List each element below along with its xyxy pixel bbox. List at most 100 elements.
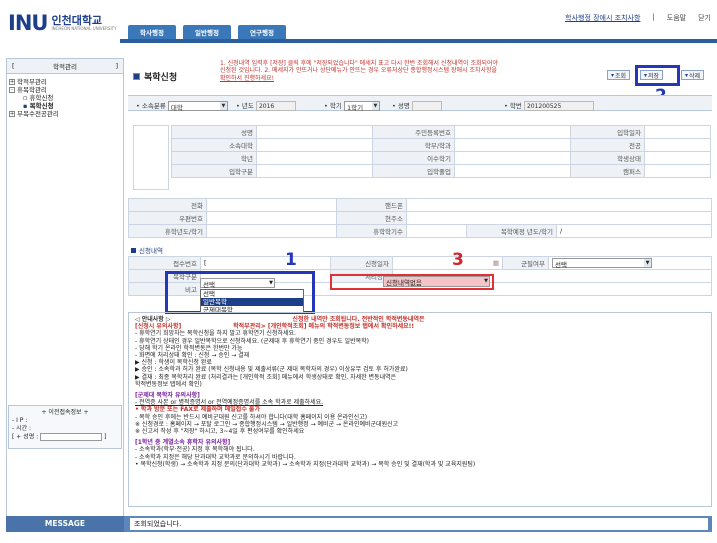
guide-line: - 소속학과(학부·전공) 지정 후 복학해야 됩니다. [135, 446, 255, 454]
triangle-icon: ▾ [611, 71, 615, 79]
cell-value [454, 125, 571, 139]
cell-label: 신청일자 [330, 256, 393, 270]
cell-label: 전화 [128, 198, 207, 212]
cell-label: 군필여부 [502, 256, 549, 270]
table-row: 휴학년도/학기 휴학학기수 복학예정 년도/학기 / [128, 224, 712, 238]
guide-line: • 복학신청(학생) → 소속학과 지정 문의(단과대학 교학과) → 소속학과… [135, 460, 476, 468]
tree-item-return-apply[interactable]: ▪ 복학신청 [9, 102, 121, 110]
filter-term: • 학기 1학기 ▼ [324, 100, 380, 112]
table-row: 접수번호 [ 신청일자 ▦ 군필여부 선택 ▼ [128, 256, 712, 270]
cell-label: 휴학학기수 [336, 224, 407, 238]
delete-button[interactable]: ▾ 삭제 [681, 70, 705, 80]
process-status-select[interactable]: 신청내역없음 ▼ [383, 276, 490, 287]
term-select[interactable]: 1학기 ▼ [343, 101, 380, 112]
student-photo [133, 125, 169, 190]
cell-label: 접수번호 [128, 256, 201, 270]
name-field[interactable] [411, 101, 442, 111]
table-row: 입학구분 입학졸업 캠퍼스 [171, 164, 711, 178]
cell-value [256, 125, 373, 139]
cell-value [406, 224, 467, 238]
message-label: MESSAGE [6, 516, 124, 532]
filter-year: • 년도 2016 [236, 100, 296, 111]
menu-tree: + 학적부관리 - 휴복학관리 ▫ 휴학신청 ▪ 복학신청 + 부복수전공관리 [7, 74, 123, 122]
info-name-label: [ + 성명 : [12, 433, 39, 441]
tree-item-label: 학적부관리 [17, 78, 47, 86]
table-row: 전화 핸드폰 [128, 198, 712, 212]
callout-number-1: 1 [285, 250, 297, 270]
cell-label: 현주소 [336, 211, 407, 225]
cell-value [454, 151, 571, 165]
chevron-down-icon: ▼ [484, 278, 488, 284]
cell-value [206, 211, 337, 225]
cell-label: 캠퍼스 [570, 164, 645, 178]
option-general-return[interactable]: 일반복학 [201, 298, 303, 306]
table-row: 소속대학 학부/학과 전공 [171, 138, 711, 152]
guide-line: - 화면에 처리상태 확인 : 신청 → 승인 → 결재 [135, 352, 250, 360]
tree-item-leave-apply[interactable]: ▫ 휴학신청 [9, 94, 121, 102]
chevron-down-icon: ▼ [269, 280, 273, 286]
table-row: 성명 주민등록번호 입학일자 [171, 125, 711, 139]
student-id-field[interactable]: 201200525 [523, 101, 594, 111]
info-time: - 시간 : [12, 425, 32, 432]
contact-info-grid: 전화 핸드폰 우편번호 현주소 휴학년도/학기 휴학학기수 복학예정 년도/학기… [128, 198, 712, 238]
cell-label: 입학구분 [171, 164, 257, 178]
cell-value [256, 164, 373, 178]
tab-academic[interactable]: 학사행정 [128, 25, 176, 39]
expand-icon[interactable]: + [9, 111, 15, 117]
filter-name: • 성명 [392, 100, 442, 111]
military-select[interactable]: 선택 ▼ [548, 256, 712, 270]
cell-label: 입학졸업 [372, 164, 455, 178]
year-field[interactable]: 2016 [255, 101, 296, 111]
left-menu-title: 학적관리 [53, 63, 77, 71]
title-bullet-icon [133, 73, 140, 80]
search-button[interactable]: ▾ 조회 [607, 70, 631, 80]
info-title: + 이전접속정보 + [41, 409, 89, 416]
university-logo[interactable]: INU 인천대학교 INCHEON NATIONAL UNIVERSITY [8, 8, 120, 38]
cell-label: 복학예정 년도/학기 [466, 224, 557, 238]
apply-date-field[interactable]: ▦ [392, 256, 503, 270]
left-menu-pane: [ 학적관리 ] + 학적부관리 - 휴복학관리 ▫ 휴학신청 ▪ 복학신청 + 부복… [6, 58, 124, 532]
tab-general[interactable]: 일반행정 [183, 25, 231, 39]
cell-value [206, 198, 337, 212]
cell-value [454, 138, 571, 152]
callout-box-save [635, 65, 680, 86]
info-name-row: [ + 성명 : ] [12, 433, 118, 442]
return-type-select[interactable]: 선택 ▼ [200, 278, 275, 289]
collapse-icon[interactable]: - [9, 87, 15, 93]
guide-line: - 휴학연기 희망자는 복학신청을 하지 말고 휴학연기 신청하세요. [135, 330, 296, 338]
cell-value [644, 164, 711, 178]
logo-subtitle: INCHEON NATIONAL UNIVERSITY [51, 26, 117, 32]
tree-item-label: 부복수전공관리 [17, 110, 59, 118]
section-title: 신청내역 [131, 245, 163, 255]
help-link[interactable]: 도움말 [667, 13, 686, 23]
page-title-text: 복학신청 [144, 73, 178, 83]
guide-title: ◁ 안내사항 ▷ [135, 316, 171, 323]
cell-value [644, 125, 711, 139]
guide-line: - 당해 학기 온라인 학적변동은 한번만 가능 [135, 344, 243, 352]
tree-item-double-major[interactable]: + 부복수전공관리 [9, 110, 121, 118]
guide-line: - 복학 승인 후에는 반드시 예비군대원 신고를 하셔야 합니다(대학 홈페이… [135, 413, 368, 421]
expand-icon[interactable]: + [9, 79, 15, 85]
tab-research[interactable]: 연구행정 [238, 25, 286, 39]
callout-number-3: 3 [452, 250, 464, 270]
cell-value [406, 198, 712, 212]
notice-link[interactable]: 학사행정 장애시 조치사항 [565, 13, 640, 23]
calendar-icon[interactable]: ▦ [493, 259, 499, 267]
tree-item-leave-return[interactable]: - 휴복학관리 [9, 86, 121, 94]
cell-label: 학생상태 [570, 151, 645, 165]
guide-line: • 학과 방문 또는 FAX로 제출하며 메일접수 불가 [135, 406, 260, 414]
close-link[interactable]: 닫기 [698, 13, 711, 23]
return-type-options: 선택 일반복학 군제대복학 [200, 289, 304, 314]
filter-student-id: • 학번 201200525 [504, 100, 594, 111]
option-select[interactable]: 선택 [201, 290, 303, 298]
section-bullet-icon [131, 247, 136, 253]
cell-label: 이수학기 [372, 151, 455, 165]
section-title-text: 신청내역 [139, 247, 163, 255]
guide-panel: ◁ 안내사항 ▷ 신청한 내역만 조회됩니다. 전반적인 학적변동내역은 [신청… [128, 312, 712, 507]
table-row: 학년 이수학기 학생상태 [171, 151, 711, 165]
cell-value [256, 138, 373, 152]
tree-item-records[interactable]: + 학적부관리 [9, 78, 121, 86]
cell-label: 학부/학과 [372, 138, 455, 152]
triangle-icon: ▾ [685, 71, 689, 79]
dept-type-select[interactable]: 대학 ▼ [167, 101, 228, 112]
